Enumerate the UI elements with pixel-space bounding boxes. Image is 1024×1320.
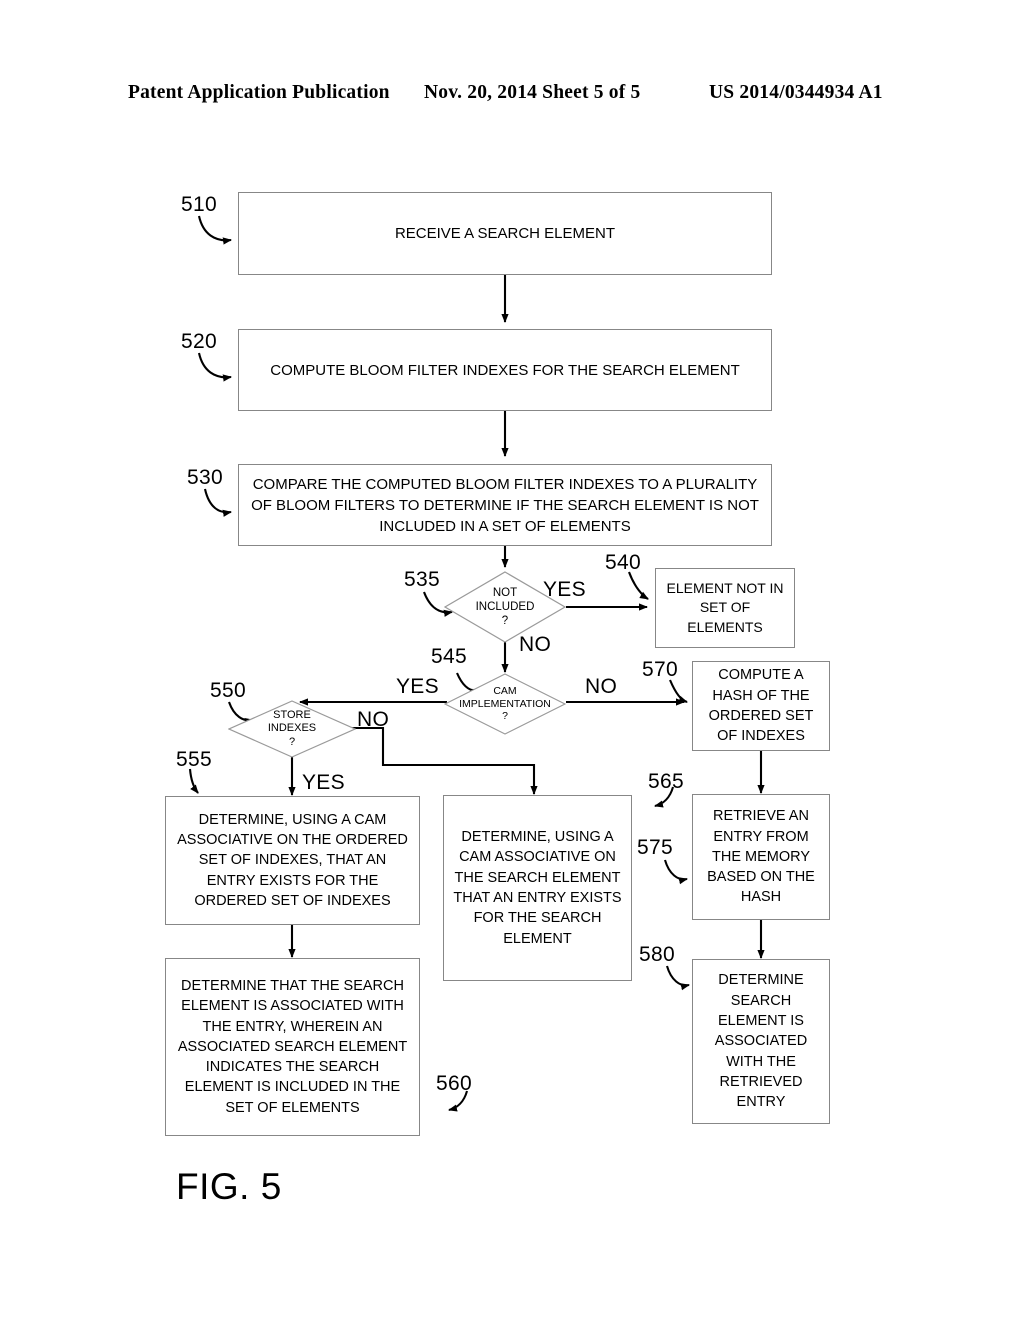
branch-label-535-yes: YES	[543, 578, 586, 601]
process-box-565: DETERMINE, USING A CAM ASSOCIATIVE ON TH…	[443, 795, 632, 981]
patent-figure-page: Patent Application Publication Nov. 20, …	[0, 0, 1024, 1320]
reference-numeral-540: 540	[605, 551, 641, 574]
process-box-555: DETERMINE, USING A CAM ASSOCIATIVE ON TH…	[165, 796, 420, 925]
process-box-575-text: RETRIEVE AN ENTRY FROM THE MEMORY BASED …	[707, 808, 815, 906]
decision-diamond-545: CAM IMPLEMENTATION ?	[444, 673, 566, 735]
reference-numeral-580: 580	[639, 943, 675, 966]
branch-label-545-yes: YES	[396, 675, 439, 698]
decision-diamond-550: STORE INDEXES ?	[228, 700, 356, 758]
process-box-565-text: DETERMINE, USING A CAM ASSOCIATIVE ON TH…	[453, 829, 622, 947]
process-box-530: COMPARE THE COMPUTED BLOOM FILTER INDEXE…	[238, 464, 772, 546]
publication-number: US 2014/0344934 A1	[709, 82, 883, 103]
process-box-560: DETERMINE THAT THE SEARCH ELEMENT IS ASS…	[165, 958, 420, 1136]
reference-numeral-510: 510	[181, 193, 217, 216]
process-box-540: ELEMENT NOT IN SET OF ELEMENTS	[655, 568, 795, 648]
publication-title: Patent Application Publication	[128, 82, 390, 103]
branch-label-535-no: NO	[519, 633, 552, 656]
process-box-520-text: COMPUTE BLOOM FILTER INDEXES FOR THE SEA…	[270, 361, 740, 379]
process-box-555-text: DETERMINE, USING A CAM ASSOCIATIVE ON TH…	[177, 811, 408, 909]
process-box-575: RETRIEVE AN ENTRY FROM THE MEMORY BASED …	[692, 794, 830, 920]
branch-label-550-no: NO	[357, 708, 390, 731]
reference-numeral-535: 535	[404, 568, 440, 591]
process-box-540-text: ELEMENT NOT IN SET OF ELEMENTS	[666, 579, 784, 635]
process-box-520: COMPUTE BLOOM FILTER INDEXES FOR THE SEA…	[238, 329, 772, 411]
process-box-580-text: DETERMINE SEARCH ELEMENT IS ASSOCIATED W…	[714, 972, 808, 1111]
reference-numeral-520: 520	[181, 330, 217, 353]
publication-header: Patent Application Publication Nov. 20, …	[0, 82, 1024, 112]
reference-numeral-530: 530	[187, 466, 223, 489]
figure-caption: FIG. 5	[176, 1166, 282, 1207]
reference-numeral-565: 565	[648, 770, 684, 793]
process-box-510-text: RECEIVE A SEARCH ELEMENT	[394, 225, 616, 242]
reference-numeral-550: 550	[210, 679, 246, 702]
reference-numeral-555: 555	[176, 748, 212, 771]
process-box-530-text: COMPARE THE COMPUTED BLOOM FILTER INDEXE…	[251, 475, 759, 535]
process-box-510: RECEIVE A SEARCH ELEMENT	[238, 192, 772, 275]
process-box-580: DETERMINE SEARCH ELEMENT IS ASSOCIATED W…	[692, 959, 830, 1124]
branch-label-550-yes: YES	[302, 771, 345, 794]
reference-numeral-570: 570	[642, 658, 678, 681]
reference-numeral-575: 575	[637, 836, 673, 859]
process-box-570-text: COMPUTE A HASH OF THE ORDERED SET OF IND…	[708, 667, 814, 745]
branch-label-545-no: NO	[585, 675, 618, 698]
reference-numeral-545: 545	[431, 645, 467, 668]
publication-date-sheet: Nov. 20, 2014 Sheet 5 of 5	[424, 82, 641, 103]
process-box-560-text: DETERMINE THAT THE SEARCH ELEMENT IS ASS…	[177, 977, 408, 1116]
reference-numeral-560: 560	[436, 1072, 472, 1095]
process-box-570: COMPUTE A HASH OF THE ORDERED SET OF IND…	[692, 661, 830, 751]
